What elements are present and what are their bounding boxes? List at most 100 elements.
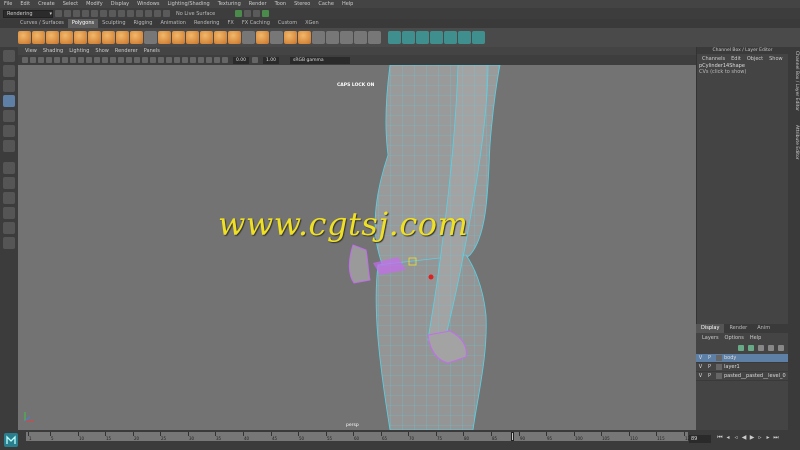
snap-view-icon[interactable]: [154, 10, 161, 17]
menu-stereo[interactable]: Stereo: [290, 1, 314, 7]
ipr-render-icon[interactable]: [244, 10, 252, 17]
screen-space-ao-icon[interactable]: [158, 57, 164, 63]
image-plane-icon[interactable]: [46, 57, 52, 63]
side-tab-channel-box[interactable]: Channel Box / Layer Editor: [789, 51, 799, 111]
perspective-viewport[interactable]: CAPS LOCK ON www.cgtsj.com persp: [18, 65, 696, 430]
motion-blur-icon[interactable]: [166, 57, 172, 63]
tab-curves-surfaces[interactable]: Curves / Surfaces: [16, 19, 68, 28]
soften-edge-icon[interactable]: [458, 31, 471, 44]
multi-cut-icon[interactable]: [340, 31, 353, 44]
layer-menu-help[interactable]: Help: [747, 335, 764, 341]
wireframe-icon[interactable]: [110, 57, 116, 63]
menu-create[interactable]: Create: [34, 1, 59, 7]
anti-aliasing-icon[interactable]: [174, 57, 180, 63]
poly-pyramid-icon[interactable]: [116, 31, 129, 44]
bridge-icon[interactable]: [298, 31, 311, 44]
single-view-layout-icon[interactable]: [3, 162, 15, 174]
hypershade-icon[interactable]: [262, 10, 270, 17]
layer-row-pasted[interactable]: V P pasted__pasted__level_0: [696, 372, 788, 381]
layer-visibility[interactable]: V: [696, 373, 705, 379]
merge-icon[interactable]: [326, 31, 339, 44]
view-transform-dropdown[interactable]: sRGB gamma: [290, 56, 350, 64]
poly-torus-icon[interactable]: [88, 31, 101, 44]
vp-menu-renderer[interactable]: Renderer: [112, 48, 141, 54]
textured-icon[interactable]: [134, 57, 140, 63]
cvs-click-to-show[interactable]: CVs (click to show): [697, 69, 788, 75]
layer-name[interactable]: pasted__pasted__level_0: [724, 373, 786, 379]
bookmark-icon[interactable]: [38, 57, 44, 63]
layer-row-layer1[interactable]: V P layer1: [696, 363, 788, 372]
camera-attributes-icon[interactable]: [30, 57, 36, 63]
target-weld-icon[interactable]: [354, 31, 367, 44]
poly-cube-icon[interactable]: [32, 31, 45, 44]
live-surface-label[interactable]: No Live Surface: [176, 11, 215, 17]
render-settings-icon[interactable]: [253, 10, 261, 17]
go-to-start-icon[interactable]: ⏮: [716, 434, 724, 442]
tab-sculpting[interactable]: Sculpting: [98, 19, 129, 28]
tab-xgen[interactable]: XGen: [301, 19, 323, 28]
layer-name[interactable]: body: [724, 355, 736, 361]
snap-curve-icon[interactable]: [136, 10, 143, 17]
snap-point-icon[interactable]: [145, 10, 152, 17]
poly-cylinder-icon[interactable]: [46, 31, 59, 44]
safe-title-icon[interactable]: [102, 57, 108, 63]
xray-icon[interactable]: [198, 57, 204, 63]
menu-lighting-shading[interactable]: Lighting/Shading: [163, 1, 213, 7]
boolean-difference-icon[interactable]: [214, 31, 227, 44]
tab-fx[interactable]: FX: [224, 19, 238, 28]
planar-mapping-icon[interactable]: [388, 31, 401, 44]
tab-render[interactable]: Render: [724, 324, 752, 333]
play-backward-icon[interactable]: ◀: [740, 434, 748, 442]
layer-visibility[interactable]: V: [696, 355, 705, 361]
menu-file[interactable]: File: [0, 1, 16, 7]
layer-playback[interactable]: P: [705, 364, 714, 370]
layer-color-swatch[interactable]: [716, 373, 722, 379]
bevel-icon[interactable]: [312, 31, 325, 44]
snap-grid-icon[interactable]: [127, 10, 134, 17]
layer-menu-options[interactable]: Options: [722, 335, 747, 341]
isolate-select-icon[interactable]: [190, 57, 196, 63]
exposure-field[interactable]: 0.00: [233, 56, 249, 64]
render-icon[interactable]: [235, 10, 243, 17]
four-view-layout-icon[interactable]: [3, 177, 15, 189]
menu-toon[interactable]: Toon: [271, 1, 291, 7]
reduce-icon[interactable]: [270, 31, 283, 44]
harden-edge-icon[interactable]: [472, 31, 485, 44]
cb-menu-show[interactable]: Show: [766, 56, 786, 62]
persp-outliner-layout-icon[interactable]: [3, 207, 15, 219]
tab-animation[interactable]: Animation: [156, 19, 190, 28]
play-forward-icon[interactable]: ▶: [748, 434, 756, 442]
boolean-union-icon[interactable]: [200, 31, 213, 44]
side-by-side-layout-icon[interactable]: [3, 192, 15, 204]
grid-icon[interactable]: [54, 57, 60, 63]
tab-display[interactable]: Display: [696, 324, 725, 333]
playhead[interactable]: [511, 432, 514, 441]
film-gate-icon[interactable]: [62, 57, 68, 63]
move-tool-icon[interactable]: [3, 95, 15, 107]
tab-rendering[interactable]: Rendering: [190, 19, 224, 28]
shadows-icon[interactable]: [150, 57, 156, 63]
current-frame-field[interactable]: 89: [689, 435, 711, 443]
cylindrical-mapping-icon[interactable]: [416, 31, 429, 44]
gate-mask-icon[interactable]: [78, 57, 84, 63]
vp-menu-view[interactable]: View: [22, 48, 40, 54]
paint-select-icon[interactable]: [3, 80, 15, 92]
cb-menu-object[interactable]: Object: [744, 56, 766, 62]
tab-polygons[interactable]: Polygons: [67, 19, 99, 28]
depth-of-field-icon[interactable]: [182, 57, 188, 63]
step-forward-frame-icon[interactable]: ▹: [756, 434, 764, 442]
separate-icon[interactable]: [172, 31, 185, 44]
tab-fx-caching[interactable]: FX Caching: [238, 19, 274, 28]
vp-menu-show[interactable]: Show: [92, 48, 112, 54]
layer-playback[interactable]: P: [705, 355, 714, 361]
backface-culling-icon[interactable]: [214, 57, 220, 63]
resolution-gate-icon[interactable]: [70, 57, 76, 63]
layer-menu-layers[interactable]: Layers: [699, 335, 722, 341]
go-to-end-icon[interactable]: ⏭: [772, 434, 780, 442]
vp-menu-panels[interactable]: Panels: [141, 48, 163, 54]
layer-color-swatch[interactable]: [716, 364, 722, 370]
xray-joints-icon[interactable]: [206, 57, 212, 63]
save-scene-icon[interactable]: [73, 10, 80, 17]
poly-pipe-icon[interactable]: [130, 31, 143, 44]
lasso-tool-icon[interactable]: [3, 65, 15, 77]
